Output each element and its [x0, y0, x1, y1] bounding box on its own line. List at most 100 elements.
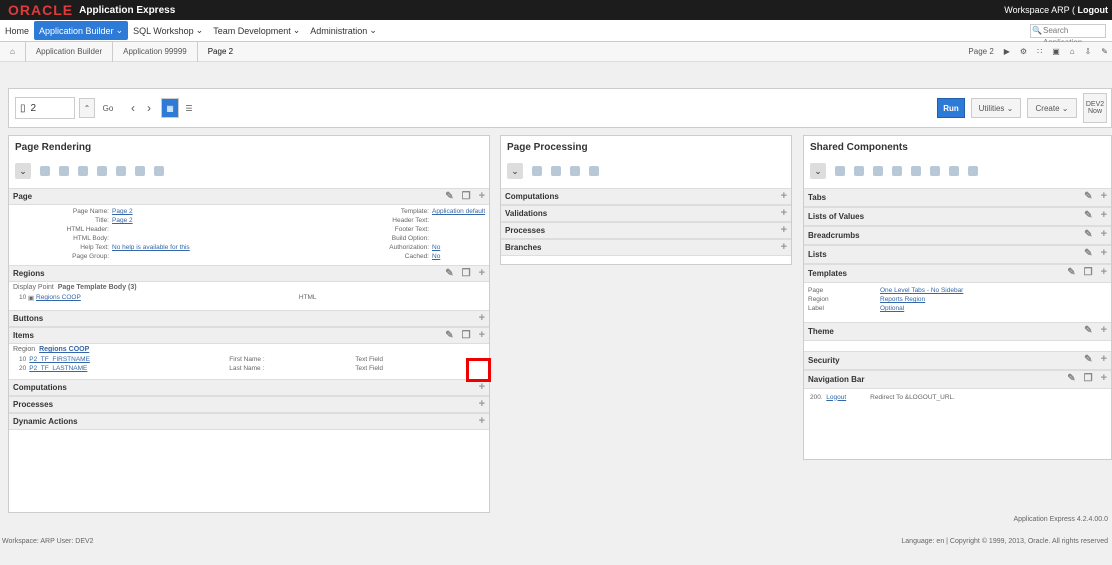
copy-icon[interactable]: ❐: [462, 330, 471, 341]
copy-icon[interactable]: ❐: [1084, 373, 1093, 384]
dynamic-action-icon[interactable]: [154, 166, 164, 176]
computation-icon[interactable]: [532, 166, 542, 176]
plus-icon[interactable]: +: [479, 268, 485, 279]
process-icon[interactable]: [135, 166, 145, 176]
page-attribute-value[interactable]: No: [432, 253, 440, 260]
search-input[interactable]: Search Application: [1030, 23, 1106, 47]
plus-icon[interactable]: +: [1101, 191, 1107, 202]
plus-icon[interactable]: +: [1101, 373, 1107, 384]
plus-icon[interactable]: +: [1101, 325, 1107, 336]
edit-icon[interactable]: ✎: [1084, 210, 1092, 221]
go-button[interactable]: Go: [97, 98, 119, 118]
crumb-application-builder[interactable]: Application Builder: [26, 41, 114, 62]
page-number-input[interactable]: ▯ 2: [15, 97, 75, 119]
wrench-icon[interactable]: ✎: [1101, 47, 1108, 56]
team-icon[interactable]: ⌂: [1070, 47, 1075, 56]
chevron-down-icon[interactable]: ⌄: [507, 163, 523, 179]
page-attribute-value[interactable]: No help is available for this: [112, 244, 190, 251]
plus-icon[interactable]: +: [1101, 354, 1107, 365]
list-icon[interactable]: [892, 166, 902, 176]
button-icon[interactable]: [78, 166, 88, 176]
computation-icon[interactable]: [116, 166, 126, 176]
next-page-button[interactable]: ›: [141, 98, 157, 118]
nav-sql-workshop[interactable]: SQL Workshop ⌄: [128, 21, 208, 40]
plus-icon[interactable]: +: [781, 242, 787, 253]
tabs-icon[interactable]: [835, 166, 845, 176]
branch-icon[interactable]: [589, 166, 599, 176]
plus-icon[interactable]: +: [781, 225, 787, 236]
nav-team-development[interactable]: Team Development ⌄: [208, 21, 305, 40]
lock-icon[interactable]: [949, 166, 959, 176]
create-button[interactable]: Create ⌄: [1027, 98, 1077, 118]
logout-link[interactable]: Logout: [1078, 5, 1109, 15]
run-button[interactable]: Run: [937, 98, 965, 118]
breadcrumb-icon[interactable]: [873, 166, 883, 176]
template-link[interactable]: Reports Region: [880, 296, 925, 303]
navbar-icon[interactable]: [968, 166, 978, 176]
page-attribute-value[interactable]: Page 2: [112, 208, 133, 215]
page-attribute-value[interactable]: Application default: [432, 208, 485, 215]
template-icon[interactable]: [911, 166, 921, 176]
edit-icon[interactable]: ✎: [1084, 354, 1092, 365]
items-region-link[interactable]: Regions COOP: [39, 346, 89, 353]
home-icon[interactable]: ⌂: [0, 41, 26, 62]
copy-icon[interactable]: ❐: [462, 268, 471, 279]
component-view-icon[interactable]: ▦: [161, 98, 179, 118]
crumb-application[interactable]: Application 99999: [113, 41, 198, 62]
plus-icon[interactable]: +: [479, 382, 485, 393]
theme-icon[interactable]: [930, 166, 940, 176]
item-icon[interactable]: [97, 166, 107, 176]
lov-icon[interactable]: [854, 166, 864, 176]
page-attribute-value[interactable]: No: [432, 244, 440, 251]
region-link[interactable]: Regions COOP: [36, 294, 81, 301]
plus-icon[interactable]: +: [479, 330, 485, 341]
plus-icon[interactable]: +: [781, 208, 787, 219]
edit-icon[interactable]: ✎: [445, 191, 453, 202]
edit-icon[interactable]: ✎: [1084, 191, 1092, 202]
edit-icon[interactable]: ✎: [445, 330, 453, 341]
plus-icon[interactable]: +: [479, 191, 485, 202]
page-lov-button[interactable]: ⌃: [79, 98, 95, 118]
edit-icon[interactable]: ✎: [445, 268, 453, 279]
page-attribute-value[interactable]: Page 2: [112, 217, 133, 224]
edit-icon[interactable]: ✎: [1067, 267, 1075, 278]
chevron-down-icon[interactable]: ⌄: [810, 163, 826, 179]
plus-icon[interactable]: +: [1101, 248, 1107, 259]
edit-icon[interactable]: ✎: [1084, 229, 1092, 240]
copy-icon[interactable]: ❐: [1084, 267, 1093, 278]
plus-icon[interactable]: +: [479, 416, 485, 427]
nav-home[interactable]: Home: [0, 22, 34, 40]
nav-application-builder[interactable]: Application Builder ⌄: [34, 21, 129, 40]
plus-icon[interactable]: +: [479, 399, 485, 410]
validation-icon[interactable]: [551, 166, 561, 176]
plus-icon[interactable]: +: [781, 191, 787, 202]
edit-icon[interactable]: ✎: [1084, 325, 1092, 336]
navbar-logout-link[interactable]: Logout: [826, 394, 846, 401]
page-icon[interactable]: [40, 166, 50, 176]
template-link[interactable]: Optional: [880, 305, 904, 312]
copy-icon[interactable]: ❐: [462, 191, 471, 202]
template-link[interactable]: One Level Tabs - No Sidebar: [880, 287, 963, 294]
grid-icon[interactable]: ∷: [1037, 47, 1042, 56]
previous-page-button[interactable]: ‹: [125, 98, 141, 118]
nav-administration[interactable]: Administration ⌄: [305, 21, 382, 40]
item-link[interactable]: P2_TF_LASTNAME: [29, 365, 229, 372]
region-icon[interactable]: [59, 166, 69, 176]
comment-icon[interactable]: ▣: [1052, 47, 1060, 56]
item-link[interactable]: P2_TF_FIRSTNAME: [29, 356, 229, 363]
plus-icon[interactable]: +: [1101, 267, 1107, 278]
export-icon[interactable]: ⇩: [1085, 47, 1092, 56]
plus-icon[interactable]: +: [1101, 210, 1107, 221]
edit-icon[interactable]: ✎: [1084, 248, 1092, 259]
edit-icon[interactable]: ✎: [1067, 373, 1075, 384]
gear-icon[interactable]: ⚙: [1020, 47, 1027, 56]
user-session-button[interactable]: DEV2 Now: [1083, 93, 1107, 123]
tree-view-icon[interactable]: ☰: [181, 98, 197, 118]
process-icon[interactable]: [570, 166, 580, 176]
utilities-button[interactable]: Utilities ⌄: [971, 98, 1021, 118]
run-page-icon[interactable]: ▶: [1004, 47, 1010, 56]
chevron-down-icon: ⌄: [115, 25, 124, 35]
plus-icon[interactable]: +: [1101, 229, 1107, 240]
chevron-down-icon[interactable]: ⌄: [15, 163, 31, 179]
add-button-icon[interactable]: +: [479, 313, 485, 324]
